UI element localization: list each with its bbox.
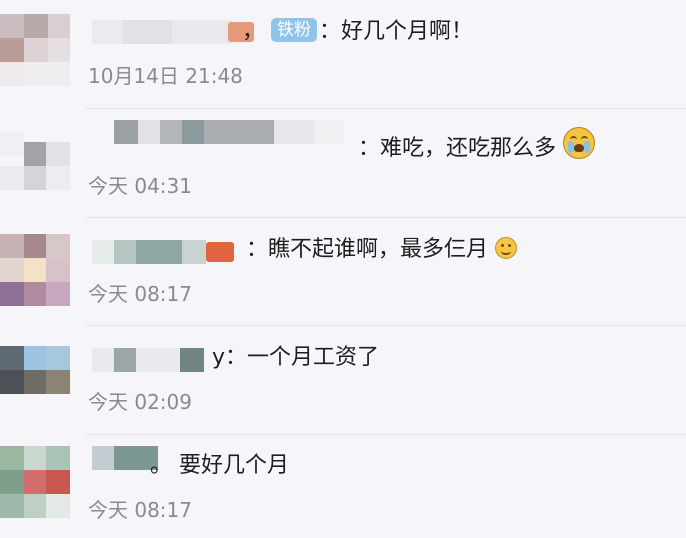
author-name-obscured[interactable] xyxy=(114,120,354,144)
author-fragment: ， xyxy=(242,19,265,44)
author-name-obscured[interactable] xyxy=(92,20,242,44)
author-fragment: y xyxy=(212,345,226,370)
comment-text: 要好几个月 xyxy=(179,453,290,478)
comment-time: 今天 02:09 xyxy=(88,388,192,416)
upside-down-face-icon xyxy=(495,237,518,259)
separator: ： xyxy=(319,19,342,44)
comment-text: 好几个月啊！ xyxy=(341,19,474,44)
separator: ： xyxy=(246,237,269,262)
avatar[interactable] xyxy=(0,132,70,204)
comment-text: 一个月工资了 xyxy=(247,345,380,370)
comment-content: ：难吃，还吃那么多 xyxy=(358,127,596,164)
time-prefix: 今天 xyxy=(88,390,128,414)
comment-time: 10月14日 21:48 xyxy=(88,64,243,88)
author-fragment: 。 xyxy=(150,453,173,478)
avatar[interactable] xyxy=(0,346,70,418)
comment-item[interactable]: ：瞧不起谁啊，最多仨月 今天 08:17 xyxy=(0,218,686,326)
comment-time: 今天 08:17 xyxy=(88,498,192,522)
comment-content: ：瞧不起谁啊，最多仨月 xyxy=(246,235,518,265)
time-value: 02:09 xyxy=(134,390,192,414)
separator: ： xyxy=(225,345,248,370)
comment-text: 难吃，还吃那么多 xyxy=(380,136,557,161)
author-level-icon xyxy=(206,242,246,262)
comment-time: 今天 08:17 xyxy=(88,282,192,306)
avatar[interactable] xyxy=(0,446,70,518)
comment-item[interactable]: y：一个月工资了 今天 02:09 xyxy=(0,326,686,434)
fan-badge[interactable]: 铁粉 xyxy=(271,18,318,42)
comment-content: ， 铁粉 ：好几个月啊！ xyxy=(242,17,473,47)
comment-content: y：一个月工资了 xyxy=(212,343,379,373)
divider xyxy=(86,108,686,109)
crying-face-icon xyxy=(563,127,596,159)
avatar[interactable] xyxy=(0,14,70,86)
comment-text: 瞧不起谁啊，最多仨月 xyxy=(268,237,489,262)
comment-item[interactable]: ， 铁粉 ：好几个月啊！ 10月14日 21:48 xyxy=(0,0,686,110)
comment-item[interactable]: 。 要好几个月 今天 08:17 xyxy=(0,434,686,538)
comment-time: 今天 04:31 xyxy=(88,174,192,198)
comment-item[interactable]: ：难吃，还吃那么多 今天 04:31 xyxy=(0,110,686,218)
author-name-obscured[interactable] xyxy=(92,348,212,372)
comment-content: 。 要好几个月 xyxy=(150,451,289,481)
avatar[interactable] xyxy=(0,234,70,306)
author-fragment: ： xyxy=(358,136,381,161)
